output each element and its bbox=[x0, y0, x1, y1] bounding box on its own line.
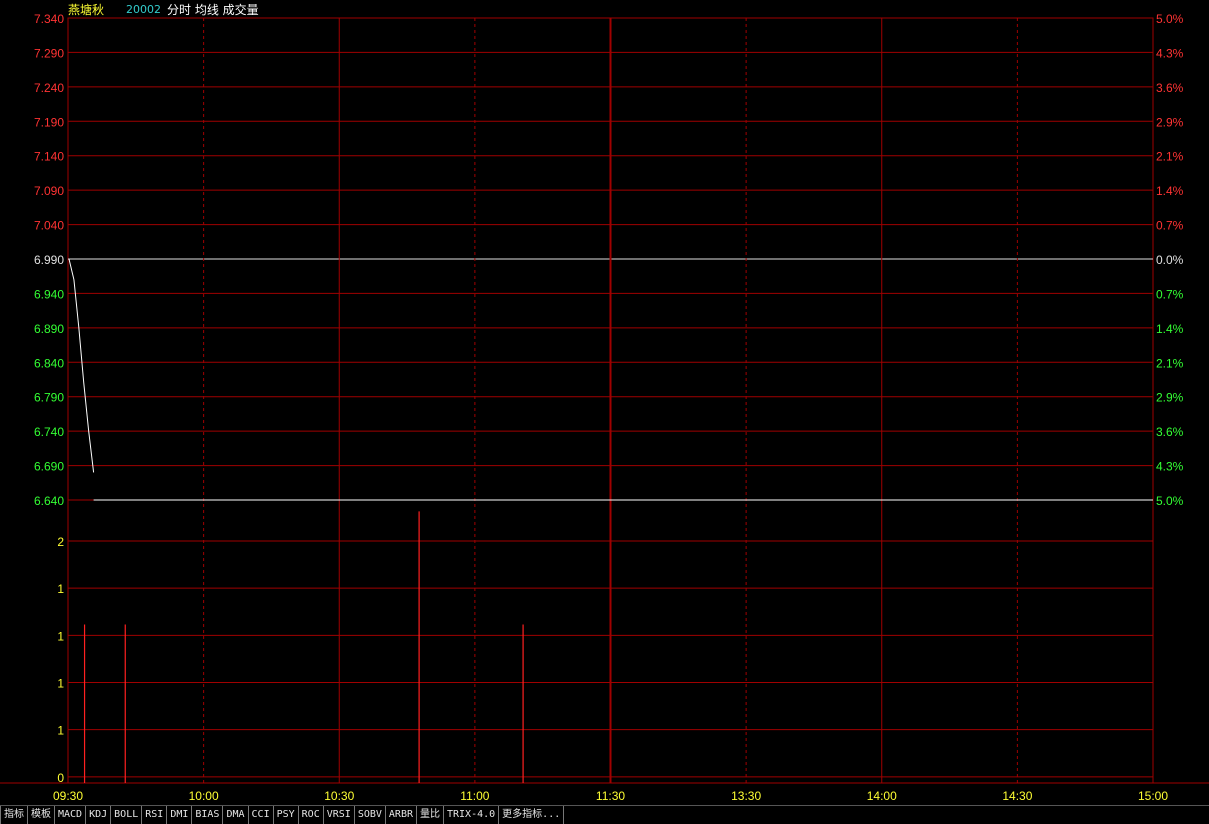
percent-tick-label: 2.9% bbox=[1156, 391, 1184, 405]
tab-4[interactable]: BOLL bbox=[111, 806, 143, 824]
price-tick-label: 6.840 bbox=[34, 356, 64, 370]
volume-tick-label: 1 bbox=[57, 629, 64, 643]
percent-tick-label: 5.0% bbox=[1156, 12, 1184, 26]
volume-tick-label: 1 bbox=[57, 582, 64, 596]
percent-tick-label: 0.7% bbox=[1156, 287, 1184, 301]
tab-3[interactable]: KDJ bbox=[86, 806, 112, 824]
time-tick-label: 15:00 bbox=[1138, 789, 1168, 803]
percent-tick-label: 1.4% bbox=[1156, 184, 1184, 198]
price-tick-label: 6.740 bbox=[34, 425, 64, 439]
tab-12[interactable]: VRSI bbox=[324, 806, 355, 824]
volume-tick-label: 1 bbox=[57, 724, 64, 738]
tab-2[interactable]: MACD bbox=[55, 806, 87, 824]
time-tick-label: 14:00 bbox=[867, 789, 897, 803]
price-tick-label: 7.340 bbox=[34, 12, 64, 26]
time-tick-label: 09:30 bbox=[53, 789, 83, 803]
percent-tick-label: 3.6% bbox=[1156, 81, 1184, 95]
time-tick-label: 14:30 bbox=[1002, 789, 1032, 803]
time-axis: 09:30 10:00 10:30 11:00 11:30 13:30 14:00 14:30… bbox=[53, 789, 1168, 803]
percent-tick-label: 4.3% bbox=[1156, 46, 1184, 60]
tab-16[interactable]: TRIX-4.0 bbox=[444, 806, 500, 824]
percent-tick-label: 2.1% bbox=[1156, 356, 1184, 370]
price-tick-label: 6.690 bbox=[34, 460, 64, 474]
percent-axis-right: 5.0% 4.3% 3.6% 2.9% 2.1% 1.4% 0.7% 0.0% 0.7% 1.4%… bbox=[1156, 12, 1184, 508]
stock-name: 燕塘秋 bbox=[68, 3, 105, 17]
indicators-label: 分时 均线 成交量 bbox=[167, 3, 259, 17]
price-line bbox=[68, 258, 95, 473]
price-tick-label: 6.890 bbox=[34, 322, 64, 336]
tab-5[interactable]: RSI bbox=[142, 806, 168, 824]
price-tick-label: 6.640 bbox=[34, 494, 64, 508]
price-tick-label: 7.090 bbox=[34, 184, 64, 198]
percent-tick-label: 0.7% bbox=[1156, 219, 1184, 233]
tab-7[interactable]: BIAS bbox=[192, 806, 224, 824]
percent-tick-label: 3.6% bbox=[1156, 425, 1184, 439]
tab-1[interactable]: 模板 bbox=[28, 806, 55, 824]
tab-6[interactable]: DMI bbox=[167, 806, 193, 824]
volume-tick-label: 2 bbox=[57, 535, 64, 549]
volume-bars bbox=[83, 511, 524, 783]
percent-tick-label: 2.9% bbox=[1156, 115, 1184, 129]
percent-tick-label: 2.1% bbox=[1156, 150, 1184, 164]
intraday-chart[interactable]: 7.340 7.290 7.240 7.190 7.140 7.090 7.040 6.990… bbox=[0, 0, 1209, 805]
tab-0[interactable]: 指标 bbox=[0, 806, 28, 824]
indicator-tab-bar: 指标 模板 MACD KDJ BOLL RSI DMI BIAS DMA CCI PSY ROC VRS… bbox=[0, 805, 1209, 824]
price-tick-label: 6.990 bbox=[34, 253, 64, 267]
tab-10[interactable]: PSY bbox=[274, 806, 299, 824]
price-tick-label: 7.040 bbox=[34, 219, 64, 233]
time-tick-label: 10:00 bbox=[189, 789, 219, 803]
time-tick-label: 13:30 bbox=[731, 789, 761, 803]
percent-tick-label: 1.4% bbox=[1156, 322, 1184, 336]
price-axis-left: 7.340 7.290 7.240 7.190 7.140 7.090 7.040 6.990… bbox=[34, 12, 64, 508]
percent-tick-label: 0.0% bbox=[1156, 253, 1184, 267]
volume-axis: 2 1 1 1 1 0 bbox=[57, 535, 64, 785]
price-tick-label: 6.940 bbox=[34, 287, 64, 301]
stock-code: 20002 bbox=[126, 3, 161, 16]
percent-tick-label: 5.0% bbox=[1156, 494, 1184, 508]
tab-14[interactable]: ARBR bbox=[386, 806, 417, 824]
tab-11[interactable]: ROC bbox=[299, 806, 324, 824]
volume-tick-label: 1 bbox=[57, 677, 64, 691]
tab-17[interactable]: 更多指标... bbox=[499, 806, 565, 824]
tab-15[interactable]: 量比 bbox=[417, 806, 444, 824]
price-tick-label: 7.290 bbox=[34, 46, 64, 60]
chart-grid bbox=[0, 17, 1209, 784]
price-tick-label: 7.140 bbox=[34, 150, 64, 164]
volume-tick-label: 0 bbox=[57, 771, 64, 785]
price-tick-label: 6.790 bbox=[34, 391, 64, 405]
time-tick-label: 11:30 bbox=[596, 789, 625, 803]
percent-tick-label: 4.3% bbox=[1156, 460, 1184, 474]
tab-13[interactable]: SOBV bbox=[355, 806, 386, 824]
price-tick-label: 7.190 bbox=[34, 115, 64, 129]
tab-9[interactable]: CCI bbox=[249, 806, 274, 824]
tab-8[interactable]: DMA bbox=[223, 806, 249, 824]
time-tick-label: 11:00 bbox=[460, 789, 489, 803]
time-tick-label: 10:30 bbox=[324, 789, 354, 803]
price-tick-label: 7.240 bbox=[34, 81, 64, 95]
